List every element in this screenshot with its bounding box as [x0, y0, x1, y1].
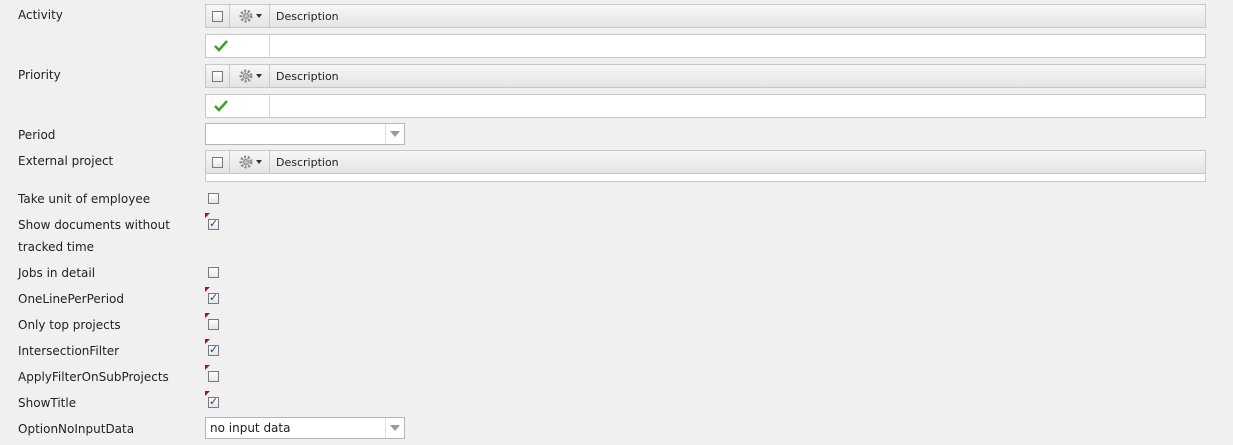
priority-grid-row[interactable]: [205, 94, 1206, 118]
activity-description-cell[interactable]: [270, 35, 1205, 57]
priority-select-all[interactable]: [206, 65, 230, 87]
one-line-per-period-checkbox[interactable]: [208, 291, 219, 304]
external-project-description-header[interactable]: Description: [270, 151, 1205, 173]
intersection-filter-label: IntersectionFilter: [18, 344, 120, 358]
chevron-down-icon: [255, 74, 262, 78]
period-label: Period: [18, 128, 56, 142]
gear-icon: [239, 155, 252, 169]
priority-description-cell[interactable]: [270, 95, 1205, 117]
activity-description-header[interactable]: Description: [270, 5, 1205, 27]
triangle-down-icon: [390, 131, 400, 137]
take-unit-checkbox[interactable]: [208, 193, 219, 204]
gear-icon: [239, 69, 252, 83]
activity-grid-header: Description: [205, 4, 1206, 28]
external-project-grid-header: Description: [205, 150, 1206, 174]
priority-label: Priority: [18, 68, 61, 82]
show-title-label: ShowTitle: [18, 396, 77, 410]
apply-filter-sub-checkbox[interactable]: [208, 371, 219, 382]
checkmark-icon: [214, 40, 228, 52]
show-documents-label: Show documents without tracked time: [18, 218, 170, 254]
only-top-projects-label: Only top projects: [18, 318, 121, 332]
checkbox-icon[interactable]: [212, 156, 223, 168]
show-title-checkbox[interactable]: [208, 395, 219, 408]
priority-grid-header: Description: [205, 64, 1206, 88]
activity-select-all[interactable]: [206, 5, 230, 27]
one-line-per-period-label: OneLinePerPeriod: [18, 292, 124, 306]
take-unit-label: Take unit of employee: [18, 192, 151, 206]
show-documents-checkbox[interactable]: [208, 217, 219, 230]
triangle-down-icon: [390, 425, 400, 431]
chevron-down-icon: [255, 160, 262, 164]
only-top-projects-checkbox[interactable]: [208, 319, 219, 330]
external-project-select-all[interactable]: [206, 151, 230, 173]
option-no-input-value: no input data: [210, 421, 291, 435]
checkbox-icon[interactable]: [212, 70, 223, 82]
checkmark-icon: [214, 100, 228, 112]
chevron-down-icon: [255, 14, 262, 18]
changed-marker-icon: [205, 365, 210, 370]
jobs-in-detail-checkbox[interactable]: [208, 267, 219, 278]
intersection-filter-checkbox[interactable]: [208, 343, 219, 356]
external-project-gear-menu[interactable]: [230, 151, 270, 173]
jobs-in-detail-label: Jobs in detail: [18, 266, 96, 280]
priority-description-header[interactable]: Description: [270, 65, 1205, 87]
external-project-grid-body[interactable]: [205, 174, 1206, 182]
period-select[interactable]: [205, 123, 405, 145]
option-no-input-label: OptionNoInputData: [18, 422, 135, 436]
activity-grid-row[interactable]: [205, 34, 1206, 58]
period-dropdown-arrow[interactable]: [385, 124, 404, 144]
gear-icon: [239, 9, 252, 23]
activity-label: Activity: [18, 8, 63, 22]
apply-filter-sub-label: ApplyFilterOnSubProjects: [18, 370, 169, 384]
external-project-label: External project: [18, 154, 114, 168]
option-no-input-select[interactable]: no input data: [205, 417, 405, 439]
option-no-input-dropdown-arrow[interactable]: [385, 418, 404, 438]
changed-marker-icon: [205, 313, 210, 318]
checkbox-icon[interactable]: [212, 10, 223, 22]
priority-gear-menu[interactable]: [230, 65, 270, 87]
activity-gear-menu[interactable]: [230, 5, 270, 27]
